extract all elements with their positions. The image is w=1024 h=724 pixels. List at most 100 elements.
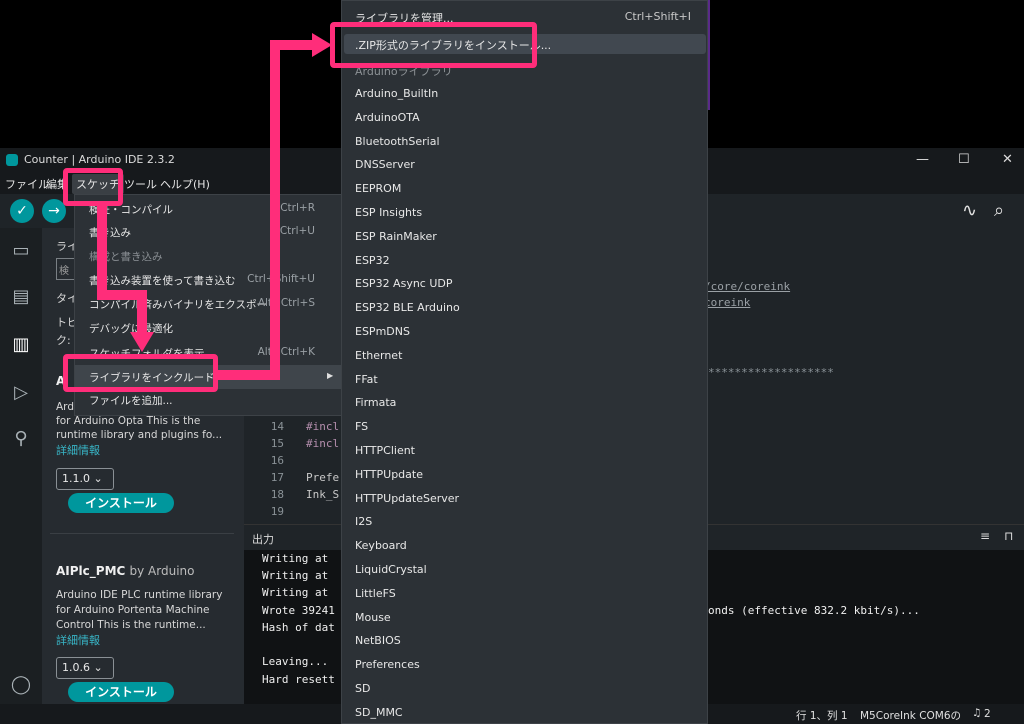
library-menu-item[interactable]: Mouse bbox=[355, 611, 391, 624]
shortcut: Alt+Ctrl+S bbox=[257, 297, 315, 309]
library-menu-item[interactable]: Arduino_BuiltIn bbox=[355, 87, 438, 100]
library-menu-item[interactable]: HTTPUpdateServer bbox=[355, 492, 459, 505]
library-menu-item[interactable]: ESPmDNS bbox=[355, 325, 410, 338]
annotation-box-include bbox=[63, 354, 218, 392]
library-menu-item[interactable]: ArduinoOTA bbox=[355, 111, 420, 124]
library-menu-item[interactable]: Preferences bbox=[355, 658, 420, 671]
output-line: Wrote 39241 bbox=[262, 604, 335, 617]
annotation-arrowhead bbox=[312, 33, 332, 57]
maximize-button[interactable]: ☐ bbox=[958, 152, 970, 167]
output-line: Hash of dat bbox=[262, 621, 335, 634]
version-select[interactable]: 1.1.0 ⌄ bbox=[56, 468, 114, 490]
notifications-icon[interactable]: ♫ bbox=[972, 707, 981, 719]
library-menu-item[interactable]: BluetoothSerial bbox=[355, 135, 440, 148]
library-manager-icon[interactable]: ▥ bbox=[9, 334, 33, 356]
debug-icon[interactable]: ▷ bbox=[9, 382, 33, 404]
install-button[interactable]: インストール bbox=[68, 682, 174, 702]
code-line: Prefe bbox=[306, 471, 340, 484]
more-info-link[interactable]: 詳細情報 bbox=[56, 632, 100, 648]
library-description: Control This is the runtime... bbox=[56, 619, 206, 631]
annotation-arrow-segment bbox=[97, 206, 107, 296]
library-author: by Arduino bbox=[129, 564, 195, 578]
board-port[interactable]: M5CoreInk COM6の bbox=[860, 708, 961, 723]
account-icon[interactable]: ◯ bbox=[9, 674, 33, 696]
shortcut: Ctrl+R bbox=[280, 202, 315, 214]
serial-monitor-icon[interactable]: ⌕ bbox=[994, 200, 1004, 221]
version-value: 1.0.6 bbox=[62, 661, 90, 674]
library-menu-item[interactable]: LittleFS bbox=[355, 587, 396, 600]
library-menu-item[interactable]: ESP32 Async UDP bbox=[355, 277, 453, 290]
annotation-arrowhead bbox=[130, 332, 154, 352]
library-description: Arduino IDE PLC runtime library bbox=[56, 589, 223, 601]
code-line: #incl bbox=[306, 420, 340, 433]
version-select[interactable]: 1.0.6 ⌄ bbox=[56, 657, 114, 679]
boards-manager-icon[interactable]: ▤ bbox=[9, 286, 33, 308]
menu-tools[interactable]: ツール bbox=[124, 176, 157, 192]
menu-item-add-file[interactable]: ファイルを追加... bbox=[89, 393, 173, 408]
line-number: 19 bbox=[270, 505, 284, 518]
line-number: 18 bbox=[270, 488, 284, 501]
menu-item-upload-programmer[interactable]: 書き込み装置を使って書き込む bbox=[89, 273, 235, 288]
annotation-box-sketch bbox=[63, 168, 123, 206]
library-menu-item[interactable]: HTTPUpdate bbox=[355, 468, 423, 481]
topic-filter-label-2: ク: bbox=[56, 334, 71, 347]
output-line-fragment: onds (effective 832.2 kbit/s)... bbox=[708, 604, 920, 617]
output-line: Writing at bbox=[262, 552, 329, 565]
line-number: 16 bbox=[270, 454, 284, 467]
annotation-arrow-segment bbox=[137, 290, 147, 334]
annotation-arrow-segment bbox=[270, 40, 314, 50]
library-menu-item[interactable]: SD bbox=[355, 682, 370, 695]
divider bbox=[50, 533, 234, 534]
library-menu-item[interactable]: FFat bbox=[355, 373, 378, 386]
menu-item-upload[interactable]: 書き込み bbox=[89, 225, 131, 240]
activity-bar: ▭ ▤ ▥ ▷ ⚲ ◯ bbox=[0, 228, 42, 724]
install-button[interactable]: インストール bbox=[68, 493, 174, 513]
menu-help[interactable]: ヘルプ(H) bbox=[160, 176, 210, 192]
line-number: 14 bbox=[270, 420, 284, 433]
close-button[interactable]: ✕ bbox=[1002, 152, 1013, 167]
library-search-input[interactable]: 検 bbox=[56, 258, 76, 280]
code-comment-fragment: ******************* bbox=[708, 366, 834, 379]
search-icon[interactable]: ⚲ bbox=[9, 428, 33, 450]
chevron-down-icon: ⌄ bbox=[93, 661, 103, 674]
shortcut: Alt+Ctrl+K bbox=[257, 346, 315, 358]
sketchbook-folder-icon[interactable]: ▭ bbox=[9, 240, 33, 262]
library-menu-item[interactable]: Firmata bbox=[355, 396, 396, 409]
library-menu-item[interactable]: NetBIOS bbox=[355, 634, 401, 647]
library-menu-item[interactable]: Ethernet bbox=[355, 349, 402, 362]
library-menu-item[interactable]: ESP32 BLE Arduino bbox=[355, 301, 460, 314]
library-name: AIPlc_PMC by Arduino bbox=[56, 564, 194, 578]
output-line: Hard resett bbox=[262, 673, 335, 686]
verify-button[interactable]: ✓ bbox=[10, 199, 34, 223]
shortcut: Ctrl+Shift+I bbox=[624, 10, 691, 23]
library-menu-item[interactable]: EEPROM bbox=[355, 182, 401, 195]
library-menu-item[interactable]: SD_MMC bbox=[355, 706, 403, 719]
lock-icon[interactable]: ⊓ bbox=[1004, 529, 1013, 543]
output-tab[interactable]: 出力 bbox=[252, 531, 274, 547]
menu-file[interactable]: ファイル bbox=[5, 176, 49, 192]
clear-output-icon[interactable]: ≡ bbox=[980, 529, 990, 543]
library-menu-item[interactable]: I2S bbox=[355, 515, 372, 528]
annotation-box-install-zip bbox=[330, 22, 537, 68]
library-menu-item[interactable]: FS bbox=[355, 420, 368, 433]
line-number: 17 bbox=[270, 471, 284, 484]
notifications-count: 2 bbox=[984, 708, 991, 720]
library-name-text: AIPlc_PMC bbox=[56, 564, 126, 578]
library-menu-item[interactable]: Keyboard bbox=[355, 539, 407, 552]
library-menu-item[interactable]: ESP32 bbox=[355, 254, 390, 267]
more-info-link[interactable]: 詳細情報 bbox=[56, 442, 100, 458]
library-menu-item[interactable]: ESP RainMaker bbox=[355, 230, 437, 243]
minimize-button[interactable]: — bbox=[916, 152, 929, 167]
output-line: Leaving... bbox=[262, 655, 329, 668]
library-menu-item[interactable]: DNSServer bbox=[355, 158, 415, 171]
library-description: for Arduino Opta This is the bbox=[56, 415, 201, 427]
output-line: Writing at bbox=[262, 569, 329, 582]
serial-plotter-icon[interactable]: ∿ bbox=[962, 200, 977, 221]
library-menu-item[interactable]: LiquidCrystal bbox=[355, 563, 427, 576]
output-line: Writing at bbox=[262, 586, 329, 599]
library-menu-item[interactable]: HTTPClient bbox=[355, 444, 415, 457]
library-menu-item[interactable]: ESP Insights bbox=[355, 206, 422, 219]
submenu-arrow-icon: ▶ bbox=[327, 371, 334, 380]
cursor-position: 行 1、列 1 bbox=[796, 710, 848, 722]
library-description: runtime library and plugins fo... bbox=[56, 429, 223, 441]
